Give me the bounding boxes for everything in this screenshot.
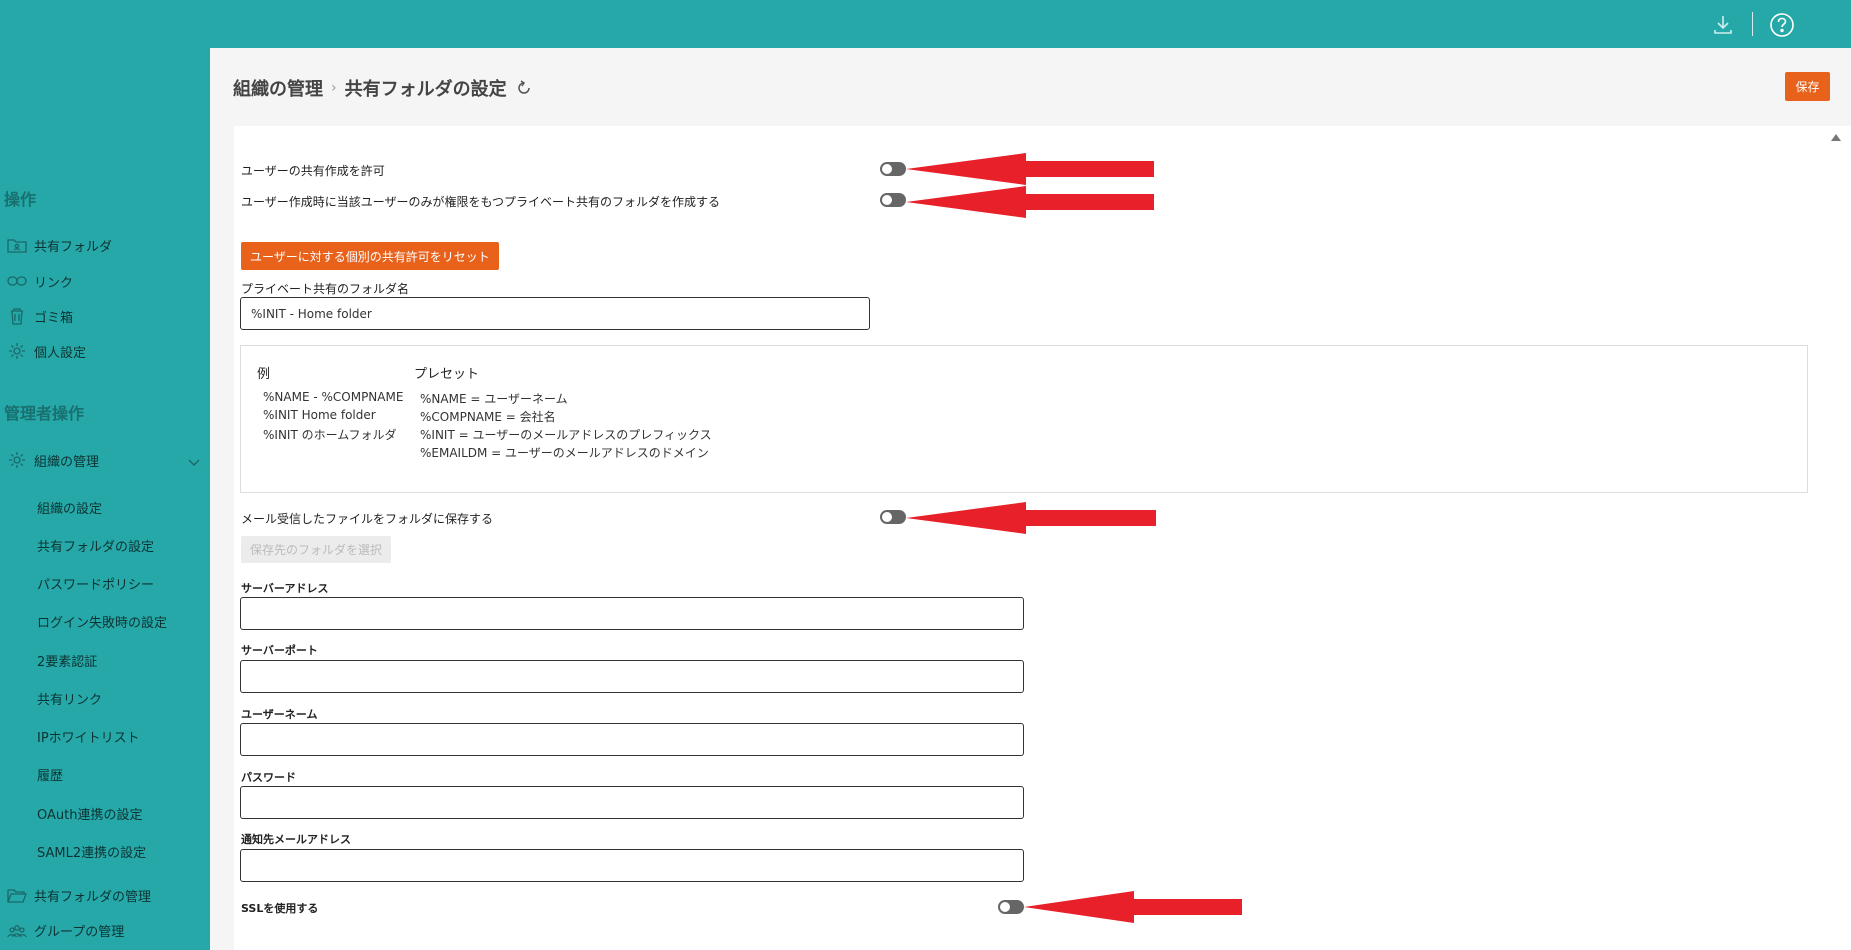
sidebar-section-admin: 管理者操作 (4, 404, 85, 423)
trash-icon (6, 306, 28, 326)
sidebar-item-folder-management[interactable]: 共有フォルダの管理 (6, 885, 151, 905)
annotation-arrow (1024, 891, 1242, 923)
server-address-input[interactable] (240, 597, 1024, 630)
annotation-arrow (906, 153, 1154, 185)
sidebar-item-label: ゴミ箱 (34, 310, 74, 326)
example-line: %INIT Home folder (263, 408, 376, 422)
gear-icon (6, 450, 28, 470)
download-icon[interactable] (1710, 12, 1736, 38)
sidebar-item-label: 共有フォルダの管理 (34, 889, 152, 905)
refresh-icon[interactable] (515, 79, 533, 97)
sidebar-sub-org-settings[interactable]: 組織の設定 (37, 498, 102, 517)
sidebar-item-group-management[interactable]: グループの管理 (6, 920, 124, 940)
breadcrumb: 組織の管理 › 共有フォルダの設定 (233, 75, 533, 101)
shared-folder-icon (6, 235, 28, 255)
allow-share-label: ユーザーの共有作成を許可 (241, 164, 385, 178)
sidebar: 操作 共有フォルダ リンク ゴミ箱 個人設定 管理者操作 組織の管理 組織の設定… (0, 48, 210, 950)
mail-save-label: メール受信したファイルをフォルダに保存する (241, 512, 494, 526)
link-icon (6, 271, 28, 291)
sidebar-sub-oauth[interactable]: OAuth連携の設定 (37, 804, 142, 823)
select-save-folder-button[interactable]: 保存先のフォルダを選択 (241, 536, 392, 563)
password-label: パスワード (241, 771, 296, 784)
private-share-label: ユーザー作成時に当該ユーザーのみが権限をもつプライベート共有のフォルダを作成する (241, 195, 721, 209)
server-port-input[interactable] (240, 660, 1024, 693)
folder-open-icon (6, 885, 28, 905)
example-line: %NAME - %COMPNAME (263, 390, 404, 404)
annotation-arrow (906, 186, 1154, 218)
example-heading: 例 (257, 367, 271, 382)
preset-line: %INIT = ユーザーのメールアドレスのプレフィックス (420, 428, 712, 442)
private-folder-name-input[interactable]: %INIT - Home folder (240, 297, 870, 330)
top-bar (0, 0, 1851, 48)
username-label: ユーザーネーム (241, 708, 318, 721)
username-input[interactable] (240, 723, 1024, 756)
server-port-label: サーバーポート (241, 644, 318, 657)
sidebar-item-label: リンク (34, 275, 74, 291)
page-title: 共有フォルダの設定 (344, 79, 507, 100)
breadcrumb-parent[interactable]: 組織の管理 (233, 75, 323, 101)
ssl-toggle[interactable] (998, 900, 1024, 914)
ssl-label: SSLを使用する (241, 902, 319, 915)
save-button[interactable]: 保存 (1785, 72, 1830, 101)
password-input[interactable] (240, 786, 1024, 819)
preset-line: %COMPNAME = 会社名 (420, 410, 556, 424)
sidebar-item-label: 組織の管理 (34, 454, 100, 470)
settings-panel: ユーザーの共有作成を許可 ユーザー作成時に当該ユーザーのみが権限をもつプライベー… (234, 126, 1851, 950)
reset-share-permissions-button[interactable]: ユーザーに対する個別の共有許可をリセット (241, 242, 499, 270)
annotation-arrow (906, 502, 1156, 534)
private-folder-name-label: プライベート共有のフォルダ名 (241, 282, 410, 296)
sidebar-item-shared-folder[interactable]: 共有フォルダ (6, 235, 112, 255)
allow-share-toggle[interactable] (880, 162, 906, 176)
preset-line: %NAME = ユーザーネーム (420, 392, 568, 406)
sidebar-sub-history[interactable]: 履歴 (37, 765, 63, 784)
sidebar-sub-shared-folder-settings[interactable]: 共有フォルダの設定 (37, 536, 154, 555)
sidebar-item-org-management[interactable]: 組織の管理 (6, 450, 99, 470)
sidebar-section-operations: 操作 (4, 190, 37, 209)
notify-email-label: 通知先メールアドレス (241, 833, 351, 846)
sidebar-sub-password-policy[interactable]: パスワードポリシー (37, 574, 154, 593)
chevron-down-icon[interactable] (187, 454, 201, 468)
preset-line: %EMAILDM = ユーザーのメールアドレスのドメイン (420, 446, 709, 460)
sidebar-item-label: グループの管理 (34, 924, 125, 940)
example-line: %INIT のホームフォルダ (263, 428, 397, 442)
example-preset-box: 例 プレセット %NAME - %COMPNAME %INIT Home fol… (240, 345, 1808, 493)
scroll-up-arrow-icon[interactable] (1831, 134, 1841, 141)
breadcrumb-separator: › (331, 80, 337, 96)
sidebar-sub-ip-whitelist[interactable]: IPホワイトリスト (37, 727, 140, 746)
server-address-label: サーバーアドレス (241, 582, 329, 595)
sidebar-item-personal-settings[interactable]: 個人設定 (6, 341, 86, 361)
sidebar-sub-login-failure[interactable]: ログイン失敗時の設定 (37, 612, 167, 631)
sidebar-item-link[interactable]: リンク (6, 271, 73, 291)
sidebar-sub-shared-links[interactable]: 共有リンク (37, 689, 102, 708)
mail-save-toggle[interactable] (880, 510, 906, 524)
private-share-toggle[interactable] (880, 193, 906, 207)
help-icon[interactable] (1768, 11, 1796, 39)
main-content: 組織の管理 › 共有フォルダの設定 保存 ユーザーの共有作成を許可 ユーザー作成… (210, 48, 1851, 950)
sidebar-item-label: 共有フォルダ (34, 239, 113, 255)
topbar-divider (1752, 12, 1753, 36)
notify-email-input[interactable] (240, 849, 1024, 882)
gear-icon (6, 341, 28, 361)
sidebar-sub-saml2[interactable]: SAML2連携の設定 (37, 842, 146, 861)
sidebar-item-trash[interactable]: ゴミ箱 (6, 306, 73, 326)
sidebar-sub-2fa[interactable]: 2要素認証 (37, 651, 97, 670)
preset-heading: プレセット (414, 367, 480, 382)
group-icon (6, 920, 28, 940)
sidebar-item-label: 個人設定 (34, 345, 87, 361)
